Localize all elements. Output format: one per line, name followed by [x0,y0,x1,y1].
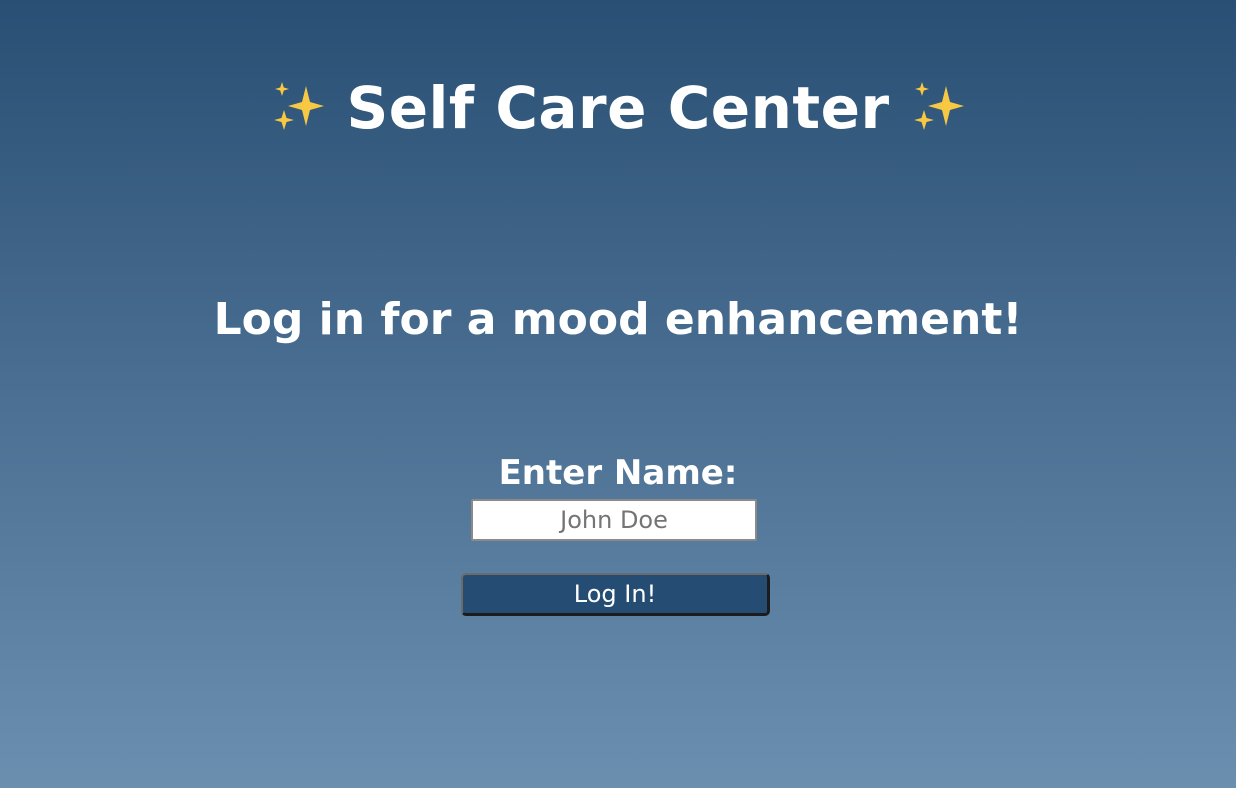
page-title: Self Care Center [346,74,890,142]
login-page: Self Care Center Log in for a mood enhan… [0,0,1236,788]
page-header: Self Care Center [0,72,1236,144]
name-input[interactable] [471,499,757,541]
login-button[interactable]: Log In! [461,573,770,616]
login-tagline: Log in for a mood enhancement! [213,294,1023,345]
sparkles-icon [268,78,328,138]
sparkles-icon [908,78,968,138]
name-label: Enter Name: [498,453,738,493]
